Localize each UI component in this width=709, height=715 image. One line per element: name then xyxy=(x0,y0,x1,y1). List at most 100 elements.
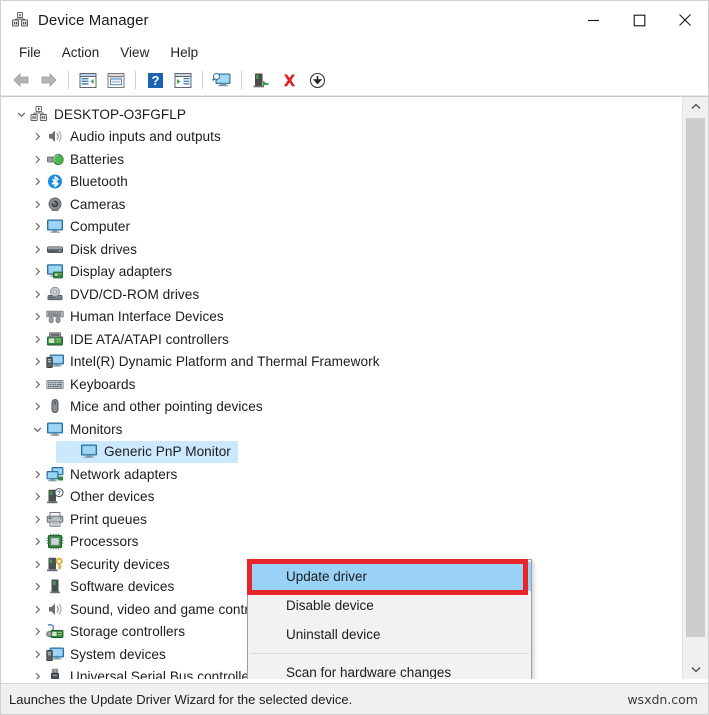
tree-item[interactable]: Monitors xyxy=(1,418,682,441)
tree-item[interactable]: Disk drives xyxy=(1,238,682,261)
tree-item-label: Security devices xyxy=(70,556,170,572)
update-driver-software-icon[interactable] xyxy=(169,67,197,93)
tree-item-selected[interactable]: Generic PnP Monitor xyxy=(1,440,682,463)
context-menu-item-disable-device[interactable]: Disable device xyxy=(248,591,531,620)
chevron-right-icon[interactable] xyxy=(29,357,46,366)
tree-item[interactable]: Batteries xyxy=(1,148,682,171)
chevron-down-icon[interactable] xyxy=(13,110,30,119)
tree-item[interactable]: Bluetooth xyxy=(1,171,682,194)
svg-text:?: ? xyxy=(57,490,61,497)
chevron-right-icon[interactable] xyxy=(29,380,46,389)
close-button[interactable] xyxy=(662,1,708,39)
keyboard-icon xyxy=(46,376,64,393)
chevron-right-icon[interactable] xyxy=(29,267,46,276)
context-menu-item-uninstall-device[interactable]: Uninstall device xyxy=(248,620,531,649)
properties-icon[interactable] xyxy=(102,67,130,93)
chevron-right-icon[interactable] xyxy=(29,335,46,344)
chevron-right-icon[interactable] xyxy=(29,627,46,636)
chevron-right-icon[interactable] xyxy=(29,290,46,299)
scrollbar-thumb[interactable] xyxy=(686,118,705,637)
back-arrow-icon[interactable] xyxy=(7,67,35,93)
help-icon[interactable]: ? xyxy=(141,67,169,93)
chevron-right-icon[interactable] xyxy=(29,605,46,614)
window-title: Device Manager xyxy=(38,11,149,29)
chevron-down-icon[interactable] xyxy=(29,425,46,434)
chevron-right-icon[interactable] xyxy=(29,132,46,141)
show-hide-console-tree-icon[interactable] xyxy=(74,67,102,93)
chevron-right-icon[interactable] xyxy=(29,515,46,524)
device-manager-icon xyxy=(11,11,29,29)
scan-for-hardware-changes-icon[interactable] xyxy=(208,67,236,93)
context-menu[interactable]: Update driver Disable device Uninstall dev… xyxy=(247,559,532,679)
network-adapter-icon xyxy=(46,466,64,483)
menu-item-help[interactable]: Help xyxy=(160,42,208,63)
tree-item[interactable]: Intel(R) Dynamic Platform and Thermal Fr… xyxy=(1,351,682,374)
menu-item-view[interactable]: View xyxy=(110,42,159,63)
device-tree-panel: DESKTOP-O3FGFLP Audio inputs and outputs B… xyxy=(1,96,708,679)
maximize-button[interactable] xyxy=(616,1,662,39)
unknown-device-icon: ? xyxy=(46,488,64,505)
tree-item-label: Universal Serial Bus controllers xyxy=(70,669,261,679)
chevron-right-icon[interactable] xyxy=(29,650,46,659)
tree-item-label: Processors xyxy=(70,534,139,550)
tree-item[interactable]: Mice and other pointing devices xyxy=(1,396,682,419)
watermark: wsxdn.com xyxy=(627,691,698,707)
status-text: Launches the Update Driver Wizard for th… xyxy=(9,691,353,707)
context-menu-item-scan-for-hardware-changes[interactable]: Scan for hardware changes xyxy=(248,658,531,679)
uninstall-device-icon[interactable] xyxy=(275,67,303,93)
scroll-up-button[interactable] xyxy=(683,97,708,116)
chevron-right-icon[interactable] xyxy=(29,312,46,321)
scroll-down-button[interactable] xyxy=(683,660,708,679)
chevron-right-icon[interactable] xyxy=(29,560,46,569)
context-menu-item-update-driver[interactable]: Update driver xyxy=(248,562,531,591)
chevron-right-icon[interactable] xyxy=(29,177,46,186)
ide-controller-icon xyxy=(46,331,64,348)
minimize-button[interactable] xyxy=(570,1,616,39)
chevron-right-icon[interactable] xyxy=(29,470,46,479)
forward-arrow-icon[interactable] xyxy=(35,67,63,93)
menu-item-action[interactable]: Action xyxy=(52,42,110,63)
tree-item-label: Monitors xyxy=(70,421,123,437)
tree-item-label: Disk drives xyxy=(70,241,138,257)
disable-device-icon[interactable] xyxy=(303,67,331,93)
update-device-driver-icon[interactable] xyxy=(247,67,275,93)
chevron-right-icon[interactable] xyxy=(29,537,46,546)
tree-item-label: Network adapters xyxy=(70,466,178,482)
menu-item-file[interactable]: File xyxy=(9,42,51,63)
tree-item[interactable]: Audio inputs and outputs xyxy=(1,126,682,149)
tree-item-label: DESKTOP-O3FGFLP xyxy=(54,106,186,122)
tree-item[interactable]: Computer xyxy=(1,216,682,239)
tree-item[interactable]: Human Interface Devices xyxy=(1,306,682,329)
chevron-right-icon[interactable] xyxy=(29,402,46,411)
tree-item-label: Software devices xyxy=(70,579,175,595)
tree-item[interactable]: Network adapters xyxy=(1,463,682,486)
tree-item[interactable]: DVD/CD-ROM drives xyxy=(1,283,682,306)
optical-drive-icon xyxy=(46,286,64,303)
tree-item[interactable]: Display adapters xyxy=(1,261,682,284)
toolbar-separator xyxy=(241,71,242,89)
chevron-right-icon[interactable] xyxy=(29,672,46,679)
chevron-right-icon[interactable] xyxy=(29,155,46,164)
battery-icon xyxy=(46,151,64,168)
tree-item[interactable]: Keyboards xyxy=(1,373,682,396)
chevron-right-icon[interactable] xyxy=(29,245,46,254)
usb-icon xyxy=(46,668,64,679)
vertical-scrollbar[interactable] xyxy=(682,97,708,679)
tree-item[interactable]: DESKTOP-O3FGFLP xyxy=(1,103,682,126)
speaker-icon xyxy=(46,128,64,145)
tree-item[interactable]: Print queues xyxy=(1,508,682,531)
tree-item[interactable]: ? Other devices xyxy=(1,486,682,509)
chevron-right-icon[interactable] xyxy=(29,200,46,209)
tree-item-label: System devices xyxy=(70,646,166,662)
chevron-right-icon[interactable] xyxy=(29,582,46,591)
chevron-right-icon[interactable] xyxy=(29,492,46,501)
tree-item[interactable]: IDE ATA/ATAPI controllers xyxy=(1,328,682,351)
bluetooth-icon xyxy=(46,173,64,190)
chevron-right-icon[interactable] xyxy=(29,222,46,231)
tree-item[interactable]: Processors xyxy=(1,531,682,554)
monitor-icon xyxy=(46,421,64,438)
tree-item[interactable]: Cameras xyxy=(1,193,682,216)
tree-item-label: Keyboards xyxy=(70,376,136,392)
monitor-icon xyxy=(80,443,98,460)
tree-item-label: IDE ATA/ATAPI controllers xyxy=(70,331,229,347)
